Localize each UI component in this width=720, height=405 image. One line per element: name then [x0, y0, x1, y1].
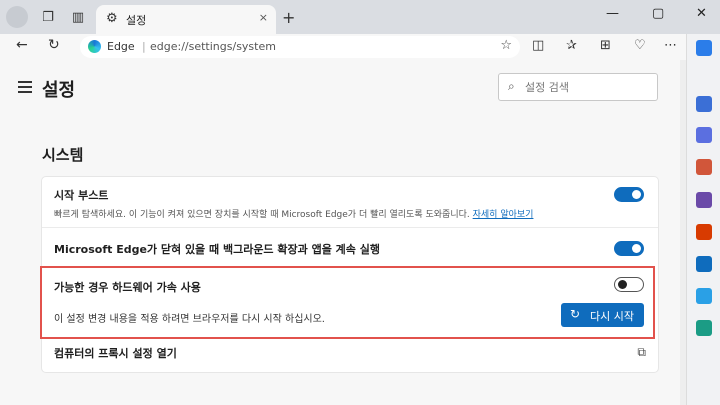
search-icon: ⌕	[508, 79, 515, 93]
startup-boost-description: 빠르게 탐색하세요. 이 기능이 켜져 있으면 장치를 시작할 때 Micros…	[54, 207, 533, 220]
background-apps-title: Microsoft Edge가 닫혀 있을 때 백그라운드 확장과 앱을 계속 …	[54, 243, 380, 256]
edge-sidebar	[686, 34, 720, 405]
back-icon[interactable]: ←	[16, 37, 28, 53]
page-title: 설정	[42, 80, 76, 101]
tab-strip: ❐ ▥ ⚙ 설정 × + — ▢ ✕	[0, 0, 720, 34]
address-separator: |	[142, 40, 146, 53]
games-icon[interactable]	[696, 192, 712, 208]
browser-essentials-icon[interactable]: ♡	[634, 38, 646, 53]
maximize-button[interactable]: ▢	[652, 6, 664, 21]
tab-settings[interactable]: ⚙ 설정 ×	[96, 5, 276, 34]
system-settings-card: 시작 부스트 빠르게 탐색하세요. 이 기능이 켜져 있으면 장치를 시작할 때…	[40, 177, 658, 372]
divider	[42, 227, 658, 228]
search-icon[interactable]	[696, 96, 712, 112]
restart-label: 다시 시작	[590, 310, 634, 323]
section-title: 시스템	[42, 146, 84, 164]
workspaces-icon[interactable]: ❐	[38, 7, 58, 27]
restart-notice: 이 설정 변경 내용을 적용 하려면 브라우저를 다시 시작 하십시오.	[54, 314, 325, 325]
startup-boost-title: 시작 부스트	[54, 189, 109, 202]
outlook-icon[interactable]	[696, 256, 712, 272]
hardware-acceleration-title: 가능한 경우 하드웨어 가속 사용	[54, 281, 201, 294]
split-screen-icon[interactable]: ◫	[532, 38, 544, 53]
search-input[interactable]	[525, 78, 650, 96]
minimize-button[interactable]: —	[606, 6, 619, 21]
favorites-icon[interactable]: ✰	[566, 38, 577, 53]
menu-icon[interactable]	[18, 81, 32, 96]
close-window-button[interactable]: ✕	[696, 6, 707, 21]
new-tab-button[interactable]: +	[282, 8, 295, 27]
settings-content: 설정 ⌕ 시스템 시작 부스트 빠르게 탐색하세요. 이 기능이 켜져 있으면 …	[0, 60, 686, 405]
favorite-star-icon[interactable]: ☆	[500, 38, 512, 53]
tools-icon[interactable]	[696, 159, 712, 175]
refresh-icon[interactable]: ↻	[48, 37, 60, 53]
hardware-acceleration-toggle[interactable]	[614, 277, 644, 292]
collections-icon[interactable]: ⊞	[600, 38, 611, 53]
close-tab-icon[interactable]: ×	[259, 11, 268, 24]
external-link-icon[interactable]: ⧉	[637, 345, 646, 360]
learn-more-link[interactable]: 자세히 알아보기	[473, 210, 534, 220]
proxy-settings-title[interactable]: 컴퓨터의 프록시 설정 열기	[54, 345, 177, 361]
office-icon[interactable]	[696, 224, 712, 240]
toolbar: ← ↻ Edge | edge://settings/system ☆ ◫ ✰ …	[0, 34, 720, 60]
startup-boost-toggle[interactable]	[614, 187, 644, 202]
background-apps-toggle[interactable]	[614, 241, 644, 256]
url-text[interactable]: edge://settings/system	[150, 40, 276, 53]
profile-icon[interactable]	[6, 6, 28, 28]
edge-logo-icon	[88, 40, 101, 53]
more-menu-icon[interactable]: ⋯	[664, 38, 677, 53]
shopping-icon[interactable]	[696, 127, 712, 143]
startup-boost-text: 빠르게 탐색하세요. 이 기능이 켜져 있으면 장치를 시작할 때 Micros…	[54, 210, 470, 220]
address-bar[interactable]: Edge | edge://settings/system ☆	[80, 36, 520, 58]
restart-icon: ↻	[570, 307, 581, 321]
vertical-tabs-icon[interactable]: ▥	[68, 7, 88, 27]
copilot-icon[interactable]	[696, 40, 712, 56]
designer-icon[interactable]	[696, 320, 712, 336]
drop-icon[interactable]	[696, 288, 712, 304]
browser-label: Edge	[107, 40, 135, 53]
settings-search-box[interactable]: ⌕	[498, 73, 658, 101]
gear-icon: ⚙	[106, 11, 118, 26]
tab-title: 설정	[126, 14, 147, 27]
restart-button[interactable]: ↻ 다시 시작	[561, 303, 644, 327]
